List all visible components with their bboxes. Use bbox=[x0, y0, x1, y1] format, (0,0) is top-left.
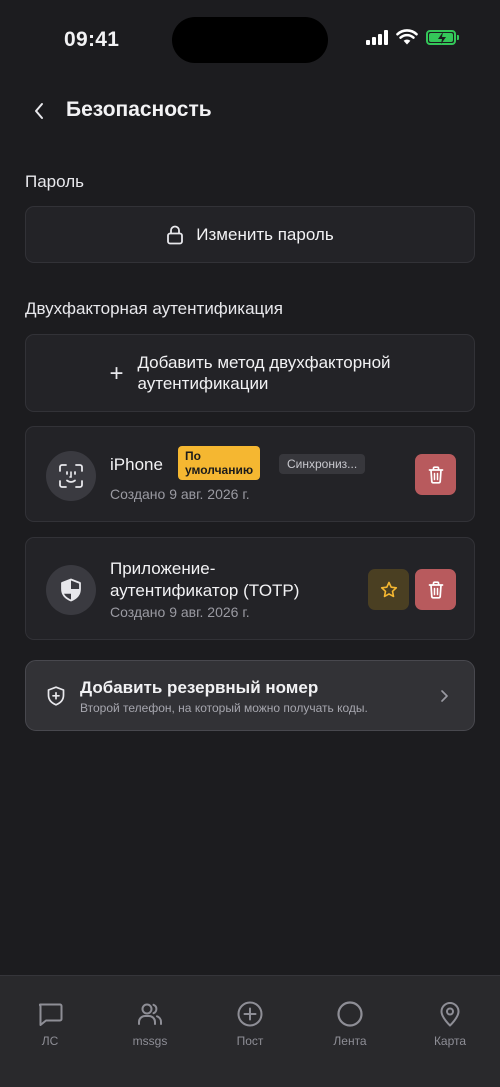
trash-icon bbox=[428, 580, 443, 599]
nav-label: Пост bbox=[236, 1034, 264, 1048]
wifi-icon bbox=[396, 29, 418, 45]
set-default-button[interactable] bbox=[368, 569, 409, 610]
password-section-title: Пароль bbox=[25, 172, 84, 191]
chat-bubble-icon bbox=[38, 1003, 63, 1026]
sync-badge: Синхрониз... bbox=[279, 454, 366, 474]
add-2fa-method-label: Добавить метод двухфакторной аутентифика… bbox=[137, 353, 391, 393]
dynamic-island bbox=[172, 17, 328, 63]
star-icon bbox=[380, 581, 397, 597]
nav-item-feed[interactable]: Лента bbox=[300, 1000, 400, 1048]
method-name: iPhone bbox=[110, 455, 163, 474]
add-2fa-method-button[interactable]: + Добавить метод двухфакторной аутентифи… bbox=[25, 334, 475, 412]
nav-item-post[interactable]: Пост bbox=[200, 1000, 300, 1048]
battery-icon bbox=[426, 29, 459, 45]
users-icon bbox=[138, 1003, 163, 1025]
method-card-iphone: iPhone По умолчанию Синхрониз... Создано… bbox=[25, 426, 475, 522]
plus-icon: + bbox=[109, 359, 124, 387]
nav-label: mssgs bbox=[132, 1034, 168, 1048]
cellular-signal-icon bbox=[366, 29, 388, 45]
face-id-icon bbox=[46, 451, 96, 501]
chevron-left-icon bbox=[35, 103, 43, 119]
two-factor-section-title: Двухфакторная аутентификация bbox=[25, 299, 283, 318]
method-created-date: Создано 9 авг. 2026 г. bbox=[110, 486, 250, 502]
nav-item-ls[interactable]: ЛС bbox=[0, 1000, 100, 1048]
bottom-nav: ЛС mssgs Пост Лента Карта bbox=[0, 975, 500, 1087]
nav-item-mssgs[interactable]: mssgs bbox=[100, 1000, 200, 1048]
plus-circle-icon bbox=[237, 1001, 263, 1027]
nav-label: ЛС bbox=[41, 1034, 59, 1048]
nav-label: Лента bbox=[333, 1034, 367, 1048]
back-button[interactable] bbox=[26, 96, 52, 126]
method-card-totp: Приложение- аутентификатор (TOTP) Создан… bbox=[25, 537, 475, 640]
shield-plus-icon bbox=[47, 686, 65, 706]
status-bar: 09:41 bbox=[0, 0, 500, 80]
method-created-date: Создано 9 авг. 2026 г. bbox=[110, 604, 250, 620]
circle-icon bbox=[337, 1001, 363, 1027]
add-backup-number-button[interactable]: Добавить резервный номер Второй телефон,… bbox=[25, 660, 475, 731]
map-pin-icon bbox=[440, 1002, 460, 1027]
header: Безопасность bbox=[0, 90, 500, 132]
backup-subtitle: Второй телефон, на который можно получат… bbox=[80, 701, 368, 715]
trash-icon bbox=[428, 465, 443, 484]
delete-method-button[interactable] bbox=[415, 569, 456, 610]
status-time: 09:41 bbox=[64, 28, 120, 51]
change-password-label: Изменить пароль bbox=[196, 224, 334, 244]
delete-method-button[interactable] bbox=[415, 454, 456, 495]
nav-label: Карта bbox=[433, 1034, 467, 1048]
lock-icon bbox=[167, 225, 184, 244]
backup-title: Добавить резервный номер bbox=[80, 678, 319, 697]
page-title: Безопасность bbox=[66, 98, 212, 121]
default-badge: По умолчанию bbox=[178, 446, 261, 480]
method-name: Приложение- аутентификатор (TOTP) bbox=[110, 559, 300, 600]
nav-item-map[interactable]: Карта bbox=[400, 1000, 500, 1048]
shield-icon bbox=[46, 565, 96, 615]
change-password-button[interactable]: Изменить пароль bbox=[25, 206, 475, 263]
chevron-right-icon bbox=[441, 690, 448, 702]
status-icons bbox=[366, 29, 459, 45]
